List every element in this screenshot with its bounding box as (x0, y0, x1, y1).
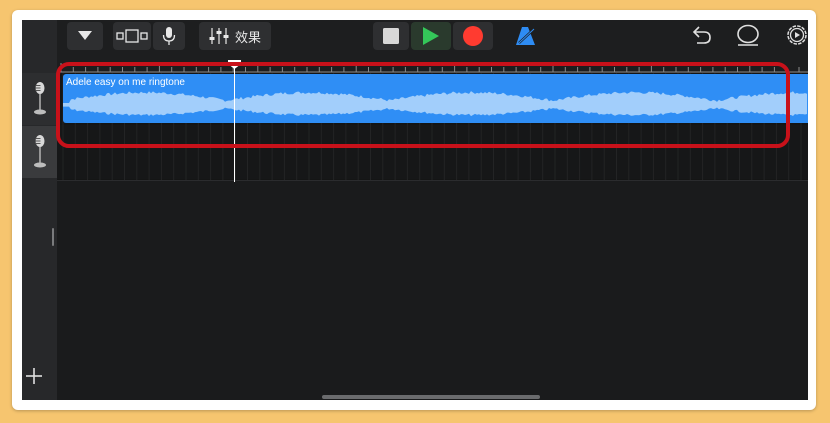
effects-label: 效果 (234, 29, 261, 45)
loop-button[interactable] (735, 24, 761, 53)
metronome-button[interactable] (515, 26, 537, 51)
microphone-button[interactable] (153, 22, 185, 50)
record-icon (463, 26, 483, 46)
undo-icon (692, 26, 711, 44)
track-lane-2[interactable] (57, 125, 808, 179)
track-header-2[interactable] (22, 126, 57, 178)
track-headers (22, 20, 57, 400)
track-grid (62, 125, 802, 179)
empty-track-area[interactable] (57, 180, 808, 400)
undo-button[interactable] (689, 24, 713, 51)
play-icon (423, 27, 439, 45)
settings-button[interactable] (785, 23, 808, 52)
gear-icon (787, 25, 807, 45)
track-header-1[interactable] (22, 73, 57, 125)
triangle-down-icon (78, 31, 92, 40)
resize-handle[interactable] (52, 228, 54, 246)
stop-icon (383, 28, 399, 44)
track-view-toggle-icon (116, 29, 148, 43)
metronome-icon (516, 27, 535, 45)
add-track-button[interactable] (22, 364, 46, 388)
mixer-effects-button[interactable]: 效果 (199, 22, 271, 50)
tracks-menu-button[interactable] (67, 22, 103, 50)
timeline-ruler[interactable] (57, 60, 808, 73)
record-button[interactable] (453, 22, 493, 50)
playhead-line (234, 62, 235, 182)
horizontal-scrollbar[interactable] (322, 395, 540, 399)
audio-region[interactable]: Adele easy on me ringtone (63, 74, 808, 123)
waveform (63, 91, 807, 117)
playhead[interactable] (228, 57, 241, 75)
microphone-icon (33, 82, 47, 116)
ruler-ticks (57, 63, 808, 73)
sliders-icon (209, 28, 229, 44)
tracks-area[interactable]: Adele easy on me ringtone (57, 73, 808, 180)
toolbar: 效果 (57, 20, 808, 60)
microphone-icon (33, 135, 47, 169)
track-view-button[interactable] (113, 22, 151, 50)
loop-icon (737, 24, 759, 46)
stop-button[interactable] (373, 22, 409, 50)
play-button[interactable] (411, 22, 451, 50)
garageband-screen: 效果 Adele easy on me ringtone (22, 20, 808, 400)
microphone-icon (162, 27, 176, 45)
plus-icon (26, 368, 42, 384)
